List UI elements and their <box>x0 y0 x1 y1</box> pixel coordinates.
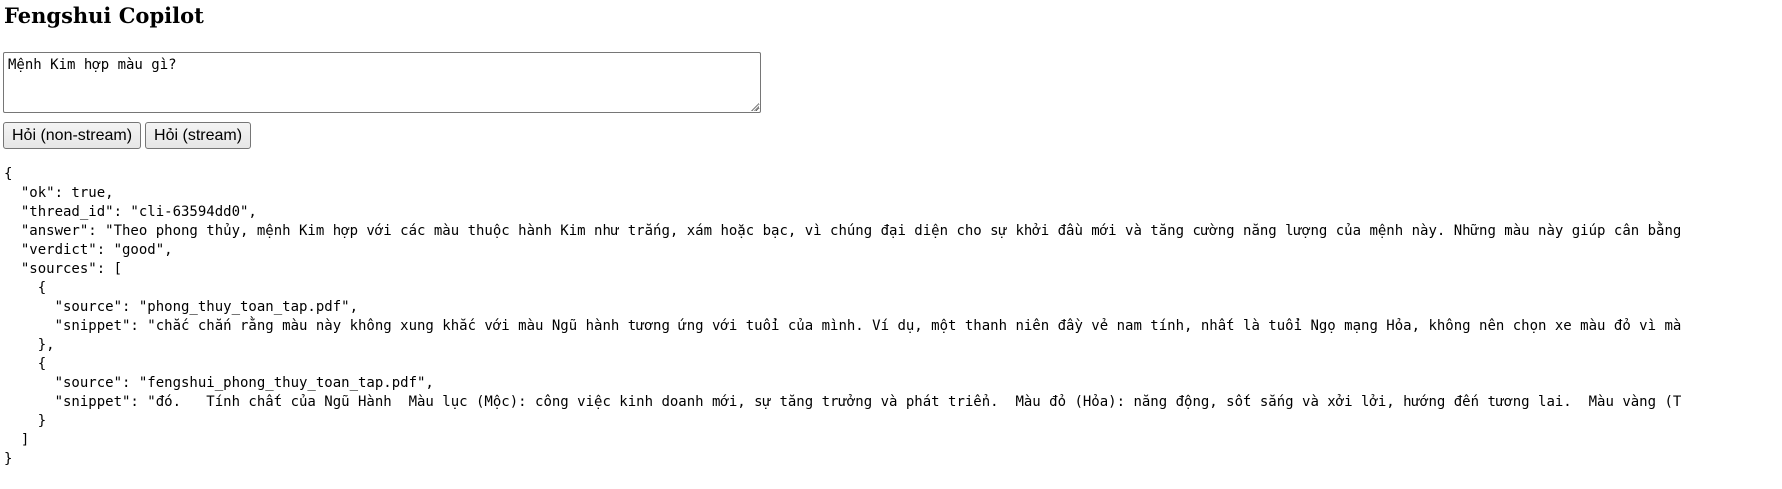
page-title: Fengshui Copilot <box>4 3 204 28</box>
ask-stream-button[interactable]: Hỏi (stream) <box>145 122 252 149</box>
response-json-output: { "ok": true, "thread_id": "cli-63594dd0… <box>4 166 1682 467</box>
action-buttons: Hỏi (non-stream) Hỏi (stream) <box>3 122 252 149</box>
page: Fengshui Copilot Mệnh Kim hợp màu gì? Hỏ… <box>0 0 1782 489</box>
ask-non-stream-button[interactable]: Hỏi (non-stream) <box>3 122 142 149</box>
question-input[interactable]: Mệnh Kim hợp màu gì? <box>3 52 761 113</box>
